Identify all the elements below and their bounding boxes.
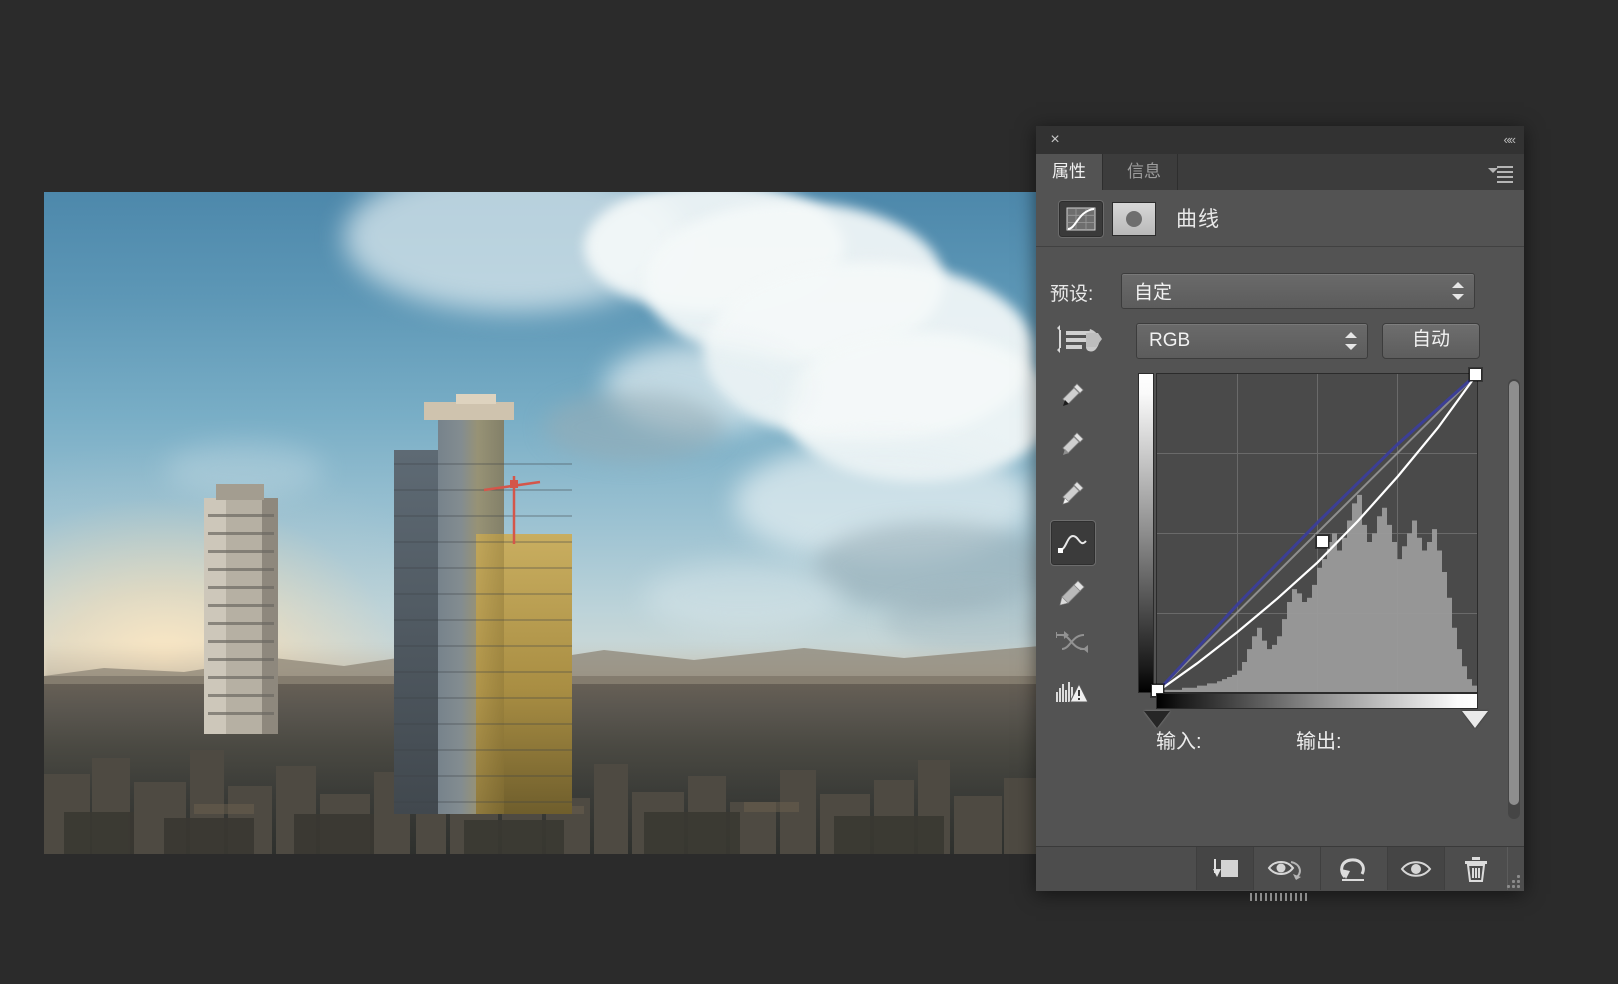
input-gradient-bar [1156, 693, 1478, 709]
adjustment-header: 曲线 [1036, 190, 1524, 247]
eye-icon [1400, 860, 1432, 877]
preset-label: 预设: [1050, 284, 1094, 305]
input-label: 输入: [1156, 731, 1202, 753]
panel-titlebar[interactable]: × «« [1036, 126, 1524, 154]
gray-point-eyedropper-icon[interactable] [1050, 422, 1094, 466]
panel-tabbar[interactable]: 属性 信息 [1036, 154, 1524, 190]
pencil-glyph [1059, 580, 1085, 606]
close-icon[interactable]: × [1046, 131, 1064, 149]
toggle-previous-state-button[interactable] [1253, 847, 1321, 890]
app-root: × «« 属性 信息 曲线 预设: 自定 RGB 自动 输入: 输出: [0, 0, 1618, 984]
eyedropper-glyph [1062, 432, 1084, 455]
smooth-curve-glyph [1056, 631, 1088, 653]
updown-arrows-icon [1345, 331, 1357, 351]
toggle-layer-visibility-button[interactable] [1387, 847, 1445, 890]
clip-to-layer-icon [1213, 858, 1238, 877]
histogram-clipping-warning-icon[interactable] [1050, 669, 1094, 713]
reset-arrow-icon [1340, 857, 1365, 881]
curves-icon[interactable] [1058, 200, 1104, 238]
panel-body: 预设: 自定 RGB 自动 输入: 输出: [1036, 247, 1524, 847]
channel-select[interactable]: RGB [1136, 323, 1368, 359]
curve-graph[interactable] [1138, 368, 1488, 728]
layer-mask-thumbnail[interactable] [1112, 202, 1156, 236]
collapse-to-icons-icon[interactable]: «« [1504, 132, 1517, 148]
panel-menu-icon[interactable] [1488, 163, 1516, 183]
curve-points-glyph [1058, 534, 1087, 553]
smooth-curve-icon[interactable] [1050, 620, 1094, 664]
tab-properties[interactable]: 属性 [1036, 154, 1103, 190]
preset-row: 预设: 自定 [1036, 273, 1524, 309]
curve-lines [1157, 374, 1477, 692]
tab-info-label: 信息 [1127, 162, 1161, 181]
resize-grip-icon[interactable] [1502, 870, 1520, 888]
chevron-down-icon [1488, 168, 1498, 173]
residential-tower [204, 484, 278, 734]
channel-value: RGB [1149, 330, 1191, 351]
curve-grid[interactable] [1156, 373, 1478, 693]
properties-panel[interactable]: × «« 属性 信息 曲线 预设: 自定 RGB 自动 输入: 输出: [1036, 126, 1524, 901]
mask-dot-icon [1126, 211, 1142, 227]
delete-adjustment-layer-button[interactable] [1444, 847, 1508, 890]
reset-adjustment-button[interactable] [1320, 847, 1388, 890]
updown-arrows-icon [1452, 281, 1464, 301]
tab-properties-label: 属性 [1052, 162, 1086, 181]
panel-footer [1036, 846, 1524, 901]
curve-point-white[interactable] [1469, 368, 1482, 381]
image-canvas[interactable] [44, 192, 1040, 854]
on-image-adjust-glyph [1057, 325, 1102, 353]
preset-select[interactable]: 自定 [1121, 273, 1475, 309]
main-skyscraper [394, 394, 572, 814]
histogram-warning-glyph [1056, 682, 1089, 703]
white-point-eyedropper-icon[interactable] [1050, 471, 1094, 515]
panel-scrollbar[interactable] [1508, 379, 1520, 819]
output-gradient-bar [1138, 373, 1154, 693]
eye-with-arrow-icon [1267, 860, 1301, 880]
eyedropper-glyph [1062, 383, 1084, 406]
output-label: 输出: [1296, 731, 1342, 753]
curve-point-mid[interactable] [1316, 535, 1329, 548]
clip-to-layer-button[interactable] [1196, 847, 1254, 890]
on-image-adjustment-icon[interactable] [1056, 319, 1108, 359]
edit-points-curve-icon[interactable] [1050, 520, 1096, 566]
channel-row: RGB 自动 [1036, 323, 1524, 361]
eyedropper-glyph [1062, 481, 1084, 505]
input-output-row: 输入: 输出: [1138, 725, 1478, 753]
cloud [644, 562, 844, 632]
trash-icon [1465, 856, 1487, 882]
auto-button[interactable]: 自动 [1382, 323, 1480, 359]
pencil-draw-curve-icon[interactable] [1050, 571, 1094, 615]
curve-tools [1050, 373, 1106, 718]
scrollbar-thumb[interactable] [1509, 381, 1519, 805]
black-point-eyedropper-icon[interactable] [1050, 373, 1094, 417]
panel-resize-handle[interactable] [1250, 893, 1310, 901]
curves-glyph [1066, 207, 1096, 231]
preset-value: 自定 [1134, 282, 1173, 304]
tab-info[interactable]: 信息 [1111, 154, 1178, 190]
adjustment-title: 曲线 [1176, 208, 1220, 231]
